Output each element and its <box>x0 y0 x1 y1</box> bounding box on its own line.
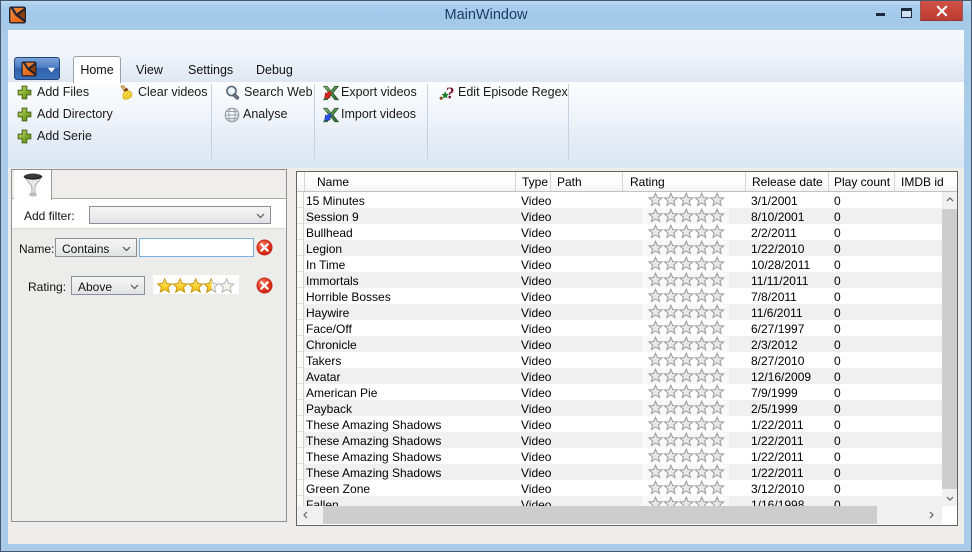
svg-text:?: ? <box>446 85 455 101</box>
